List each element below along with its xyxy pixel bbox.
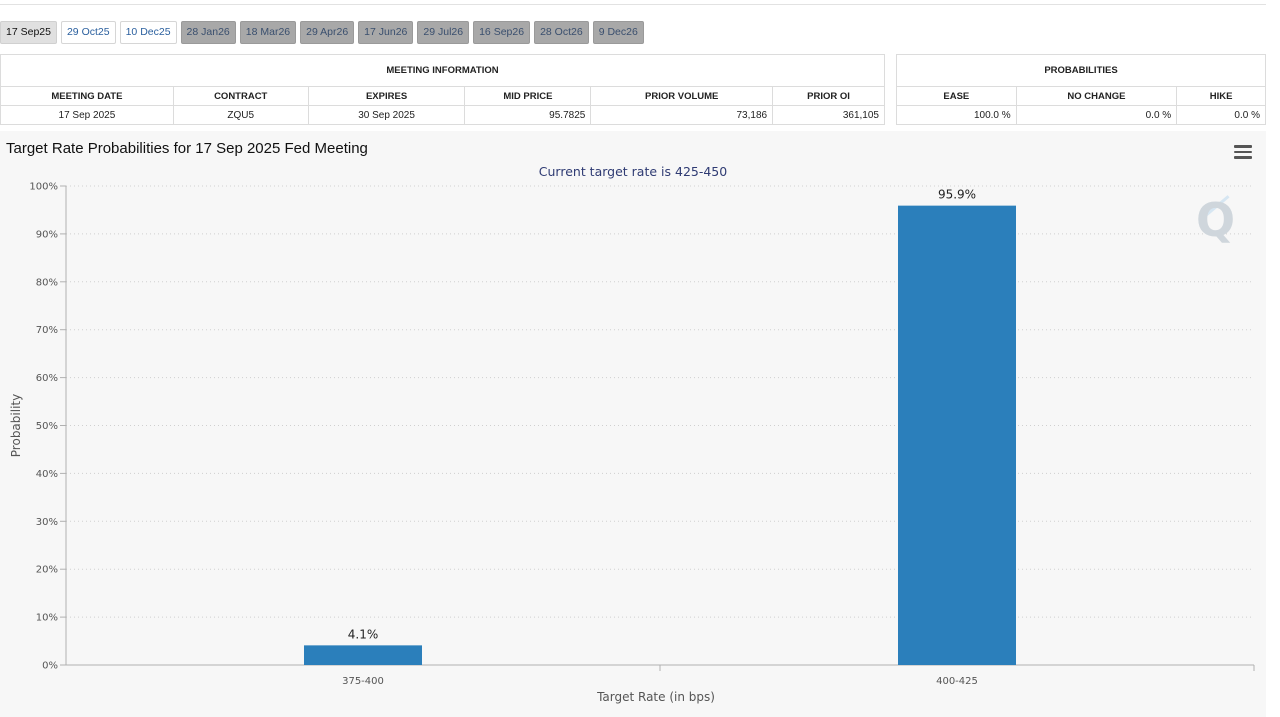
header-ease: EASE [896,86,1017,106]
no-change-value: 0.0 % [1015,105,1178,125]
header-prior-oi: PRIOR OI [772,86,885,106]
y-tick-label: 10% [36,613,58,624]
prior-oi-value: 361,105 [772,105,885,125]
probabilities-heading: PROBABILITIES [896,54,1266,87]
y-tick-label: 80% [36,277,58,288]
top-divider [0,4,1266,5]
y-tick-label: 50% [36,421,58,432]
tab-28-oct26[interactable]: 28 Oct26 [534,21,589,44]
contract-value: ZQU5 [172,105,309,125]
x-tick-label-375-400: 375-400 [342,676,384,687]
meeting-information-table: MEETING INFORMATION MEETING DATE CONTRAC… [0,54,885,125]
y-tick-label: 30% [36,517,58,528]
header-mid-price: MID PRICE [464,86,592,106]
y-tick-label: 60% [36,373,58,384]
y-tick-label: 0% [42,661,58,672]
target-rate-chart: 0% 10% 20% 30% 40% 50% 60% 70% 80% 90% 100% 4.1% 375… [0,131,1266,717]
chart-title: Target Rate Probabilities for 17 Sep 202… [6,140,368,157]
tab-17-sep25[interactable]: 17 Sep25 [0,21,57,44]
hike-value: 0.0 % [1176,105,1266,125]
tab-10-dec25[interactable]: 10 Dec25 [119,21,177,44]
header-meeting-date: MEETING DATE [0,86,174,106]
y-tick-label: 40% [36,469,58,480]
tab-18-mar26[interactable]: 18 Mar26 [239,21,297,44]
probabilities-table: PROBABILITIES EASE NO CHANGE HIKE 100.0 … [896,54,1266,125]
x-axis-title: Target Rate (in bps) [596,690,715,704]
meeting-date-value: 17 Sep 2025 [0,105,174,125]
prior-volume-value: 73,186 [590,105,774,125]
meeting-date-tabs: 17 Sep25 29 Oct25 10 Dec25 28 Jan26 18 Mar26… [0,21,644,44]
x-tick-label-400-425: 400-425 [936,676,978,687]
tab-9-dec26[interactable]: 9 Dec26 [592,21,644,44]
meeting-information-heading: MEETING INFORMATION [0,54,885,87]
bar-375-400 [304,645,422,665]
ease-value: 100.0 % [896,105,1017,125]
mid-price-value: 95.7825 [464,105,592,125]
y-tick-label: 70% [36,325,58,336]
header-no-change: NO CHANGE [1015,86,1178,106]
header-expires: EXPIRES [307,86,466,106]
data-label-400-425: 95.9% [938,188,976,202]
bar-400-425 [898,205,1016,665]
tab-29-apr26[interactable]: 29 Apr26 [300,21,355,44]
chart-subtitle: Current target rate is 425-450 [538,164,728,179]
tab-29-oct25[interactable]: 29 Oct25 [60,21,116,44]
header-contract: CONTRACT [172,86,309,106]
chart-plot: 0% 10% 20% 30% 40% 50% 60% 70% 80% 90% 100% 4.1% 375… [9,182,1255,704]
data-label-375-400: 4.1% [348,627,379,641]
expires-value: 30 Sep 2025 [307,105,466,125]
tab-29-jul26[interactable]: 29 Jul26 [417,21,470,44]
tab-17-jun26[interactable]: 17 Jun26 [358,21,414,44]
header-hike: HIKE [1176,86,1266,106]
y-tick-label: 20% [36,565,58,576]
chart-menu-icon[interactable] [1234,145,1252,159]
watermark-logo: Q [1196,193,1236,247]
tab-16-sep26[interactable]: 16 Sep26 [473,21,531,44]
y-tick-label: 90% [36,229,58,240]
y-axis-title: Probability [9,394,23,457]
y-tick-label: 100% [29,182,58,193]
tab-28-jan26[interactable]: 28 Jan26 [180,21,236,44]
header-prior-volume: PRIOR VOLUME [590,86,774,106]
